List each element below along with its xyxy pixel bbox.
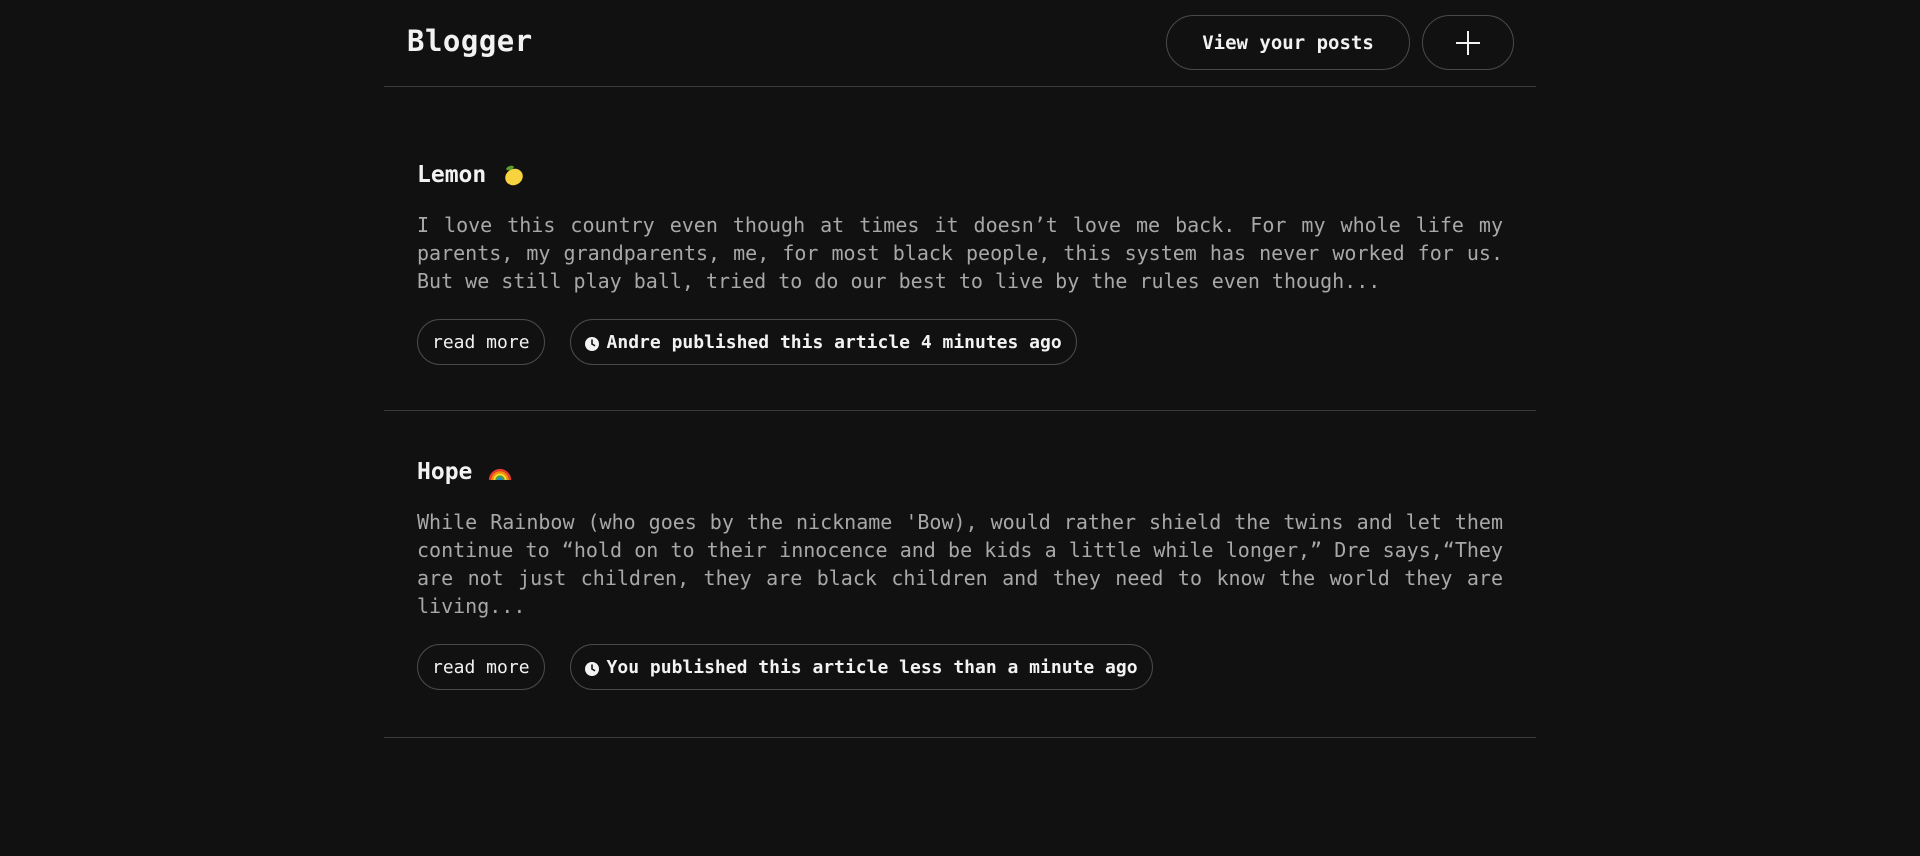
post-meta: read more Andre published this article 4…: [417, 319, 1503, 365]
read-more-button[interactable]: read more: [417, 319, 545, 365]
header-actions: View your posts: [1166, 15, 1514, 70]
post-title-text: Lemon: [417, 162, 487, 188]
read-more-button[interactable]: read more: [417, 644, 545, 690]
published-text: Andre published this article 4 minutes a…: [606, 331, 1062, 353]
post-title: Lemon: [417, 160, 1503, 190]
post-excerpt: I love this country even though at times…: [417, 213, 1503, 293]
site-header: Blogger View your posts: [384, 0, 1536, 87]
plus-icon: [1456, 30, 1480, 55]
post-card: Lemon I love this country even though at…: [384, 87, 1536, 411]
published-badge: You published this article less than a m…: [569, 644, 1153, 690]
published-badge: Andre published this article 4 minutes a…: [569, 319, 1077, 365]
post-excerpt: While Rainbow (who goes by the nickname …: [417, 510, 1503, 618]
view-your-posts-button[interactable]: View your posts: [1166, 15, 1410, 70]
post-title: Hope: [417, 457, 1503, 487]
lemon-icon: [502, 163, 526, 187]
rainbow-icon: [488, 460, 512, 484]
page-container: Blogger View your posts Lemon I love thi…: [384, 0, 1536, 738]
clock-icon: [584, 660, 599, 676]
post-card: Hope While Rainbow (who goes by the nick…: [384, 411, 1536, 738]
post-meta: read more You published this article les…: [417, 644, 1503, 690]
brand-title[interactable]: Blogger: [407, 24, 533, 58]
clock-icon: [584, 335, 599, 351]
published-text: You published this article less than a m…: [606, 656, 1138, 678]
post-title-text: Hope: [417, 459, 473, 485]
add-post-button[interactable]: [1422, 15, 1514, 70]
